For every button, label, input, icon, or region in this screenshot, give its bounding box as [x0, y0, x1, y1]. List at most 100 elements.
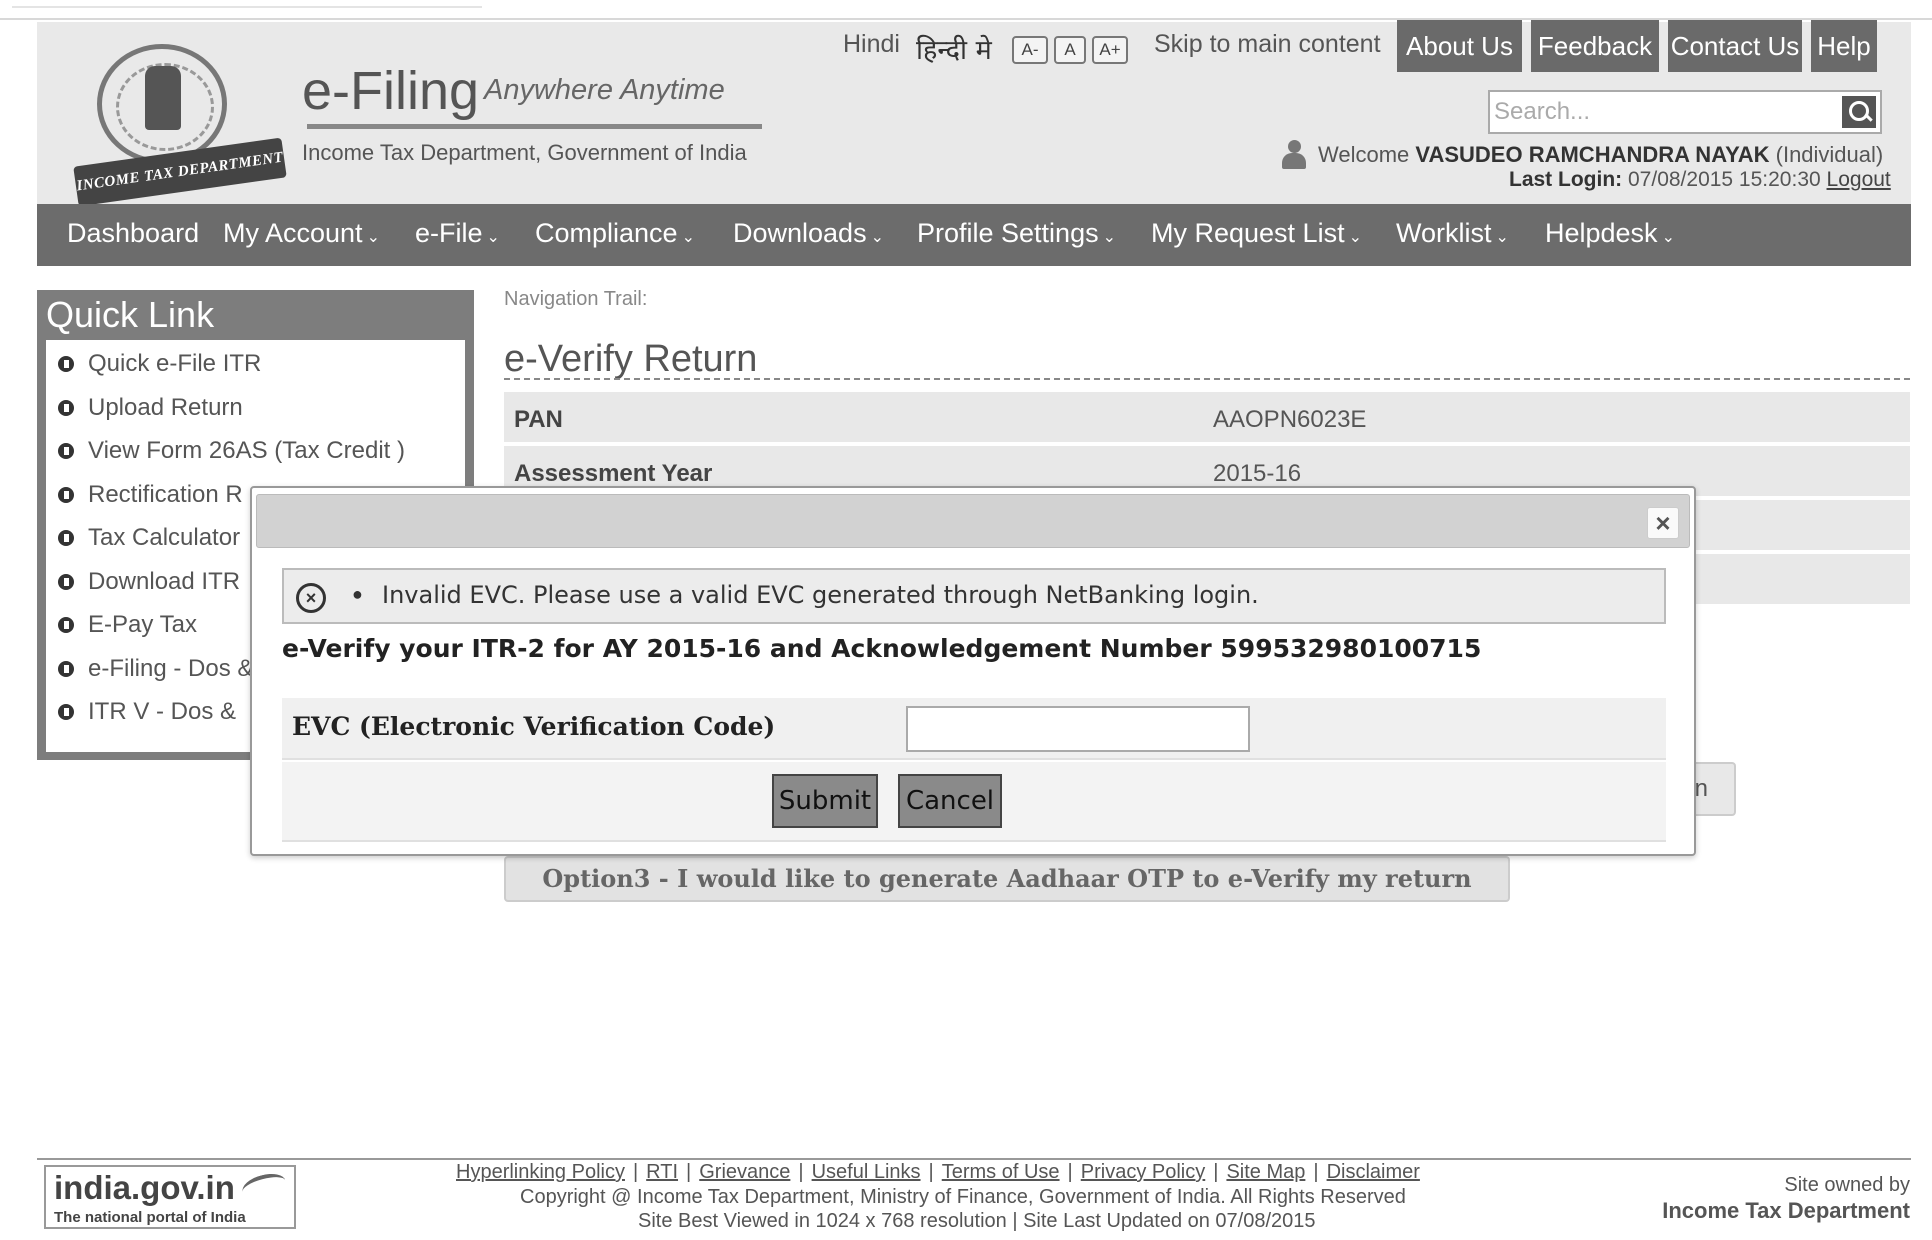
nav-e-file[interactable]: e-File ⌄ — [415, 218, 500, 249]
brand-subtitle: Income Tax Department, Government of Ind… — [302, 140, 747, 165]
dialog-title-bar: × — [256, 494, 1690, 548]
welcome-text: Welcome VASUDEO RAMCHANDRA NAYAK (Indivi… — [1318, 142, 1883, 168]
option3-aadhaar-otp-button[interactable]: Option3 - I would like to generate Aadha… — [504, 856, 1510, 902]
footer-links: Hyperlinking Policy | RTI | Grievance | Useful… — [456, 1161, 1420, 1184]
quick-link-item[interactable]: Rectification R — [58, 481, 243, 509]
separator: | — [928, 1161, 934, 1183]
about-us-button[interactable]: About Us — [1397, 20, 1522, 72]
title-divider — [504, 378, 1910, 380]
bullet-icon — [58, 704, 74, 720]
language-link-hindi-native[interactable]: हिन्दी मे — [916, 30, 992, 67]
quick-link-label: E-Pay Tax — [88, 611, 197, 638]
dialog-button-row: Submit Cancel — [282, 762, 1666, 842]
search-input[interactable] — [1494, 96, 1834, 128]
india-swoosh-icon — [239, 1169, 289, 1203]
evc-row: EVC (Electronic Verification Code) — [282, 698, 1666, 760]
welcome-prefix: Welcome — [1318, 142, 1410, 167]
quick-link-title: Quick Link — [46, 294, 215, 335]
last-login-value: 07/08/2015 15:20:30 — [1628, 168, 1821, 191]
nav-my-account[interactable]: My Account ⌄ — [223, 218, 380, 249]
nav-label: Worklist — [1396, 218, 1492, 248]
quick-link-item[interactable]: View Form 26AS (Tax Credit ) — [58, 437, 405, 465]
nav-compliance[interactable]: Compliance ⌄ — [535, 218, 695, 249]
language-link-hindi[interactable]: Hindi — [843, 30, 900, 59]
nav-label: Compliance — [535, 218, 678, 248]
nav-helpdesk[interactable]: Helpdesk ⌄ — [1545, 218, 1675, 249]
quick-link-item[interactable]: Upload Return — [58, 394, 243, 422]
browser-top-strip — [0, 0, 1932, 20]
footer-link-hyperlinking-policy[interactable]: Hyperlinking Policy — [456, 1161, 625, 1183]
quick-link-label: ITR V - Dos & — [88, 698, 237, 725]
footer-divider — [37, 1158, 1911, 1160]
nav-my-request-list[interactable]: My Request List ⌄ — [1151, 218, 1362, 249]
quick-link-item[interactable]: e-Filing - Dos & — [58, 655, 253, 683]
quick-link-label: Rectification R — [88, 481, 243, 508]
quick-link-label: Upload Return — [88, 394, 243, 421]
bullet-icon — [58, 356, 74, 372]
chevron-down-icon: ⌄ — [681, 229, 695, 246]
best-viewed-text: Site Best Viewed in 1024 x 768 resolutio… — [638, 1210, 1316, 1232]
bullet-icon — [58, 530, 74, 546]
chevron-down-icon: ⌄ — [366, 229, 380, 246]
bullet-icon — [58, 574, 74, 590]
department-logo[interactable]: INCOME TAX DEPARTMENT — [57, 32, 307, 207]
quick-link-label: e-Filing - Dos & — [88, 655, 254, 682]
site-owner-name: Income Tax Department — [1662, 1198, 1910, 1223]
error-bullet: ● — [352, 584, 363, 604]
error-message-box: × ● Invalid EVC. Please use a valid EVC … — [282, 568, 1666, 624]
footer-link-grievance[interactable]: Grievance — [699, 1161, 790, 1183]
footer-link-useful-links[interactable]: Useful Links — [812, 1161, 921, 1183]
footer-link-privacy-policy[interactable]: Privacy Policy — [1081, 1161, 1205, 1183]
chevron-down-icon: ⌄ — [1661, 229, 1675, 246]
bullet-icon — [58, 443, 74, 459]
footer-link-rti[interactable]: RTI — [646, 1161, 678, 1183]
logout-link[interactable]: Logout — [1827, 168, 1891, 191]
nav-label: Dashboard — [67, 218, 200, 248]
info-label: PAN — [514, 406, 563, 433]
quick-link-item[interactable]: Download ITR — [58, 568, 240, 596]
nav-worklist[interactable]: Worklist ⌄ — [1396, 218, 1509, 249]
chevron-down-icon: ⌄ — [1102, 229, 1116, 246]
cancel-button[interactable]: Cancel — [898, 774, 1002, 828]
help-button[interactable]: Help — [1811, 20, 1877, 72]
separator: | — [1067, 1161, 1073, 1183]
breadcrumb: Navigation Trail: — [504, 288, 648, 310]
footer-link-terms-of-use[interactable]: Terms of Use — [942, 1161, 1060, 1183]
india-gov-logo[interactable]: india.gov.in The national portal of Indi… — [44, 1165, 296, 1229]
nav-downloads[interactable]: Downloads ⌄ — [733, 218, 884, 249]
chevron-down-icon: ⌄ — [486, 229, 500, 246]
feedback-button[interactable]: Feedback — [1531, 20, 1659, 72]
font-normal-button[interactable]: A — [1054, 36, 1086, 64]
quick-link-item[interactable]: ITR V - Dos & — [58, 698, 236, 726]
close-icon[interactable]: × — [1647, 507, 1679, 539]
quick-link-item[interactable]: Tax Calculator — [58, 524, 240, 552]
submit-button[interactable]: Submit — [772, 774, 878, 828]
search-icon[interactable] — [1842, 96, 1876, 128]
nav-dashboard[interactable]: Dashboard — [67, 218, 199, 249]
font-decrease-button[interactable]: A- — [1012, 36, 1048, 64]
info-value: 2015-16 — [1213, 460, 1302, 487]
font-increase-button[interactable]: A+ — [1092, 36, 1128, 64]
user-icon — [1280, 140, 1308, 170]
quick-link-item[interactable]: E-Pay Tax — [58, 611, 197, 639]
info-label: Assessment Year — [514, 460, 713, 487]
info-value: AAOPN6023E — [1213, 406, 1367, 433]
main-nav: Dashboard My Account ⌄ e-File ⌄ Compliance… — [37, 204, 1911, 266]
page-title: e-Verify Return — [504, 338, 758, 380]
brand-title: e-Filing — [302, 61, 480, 121]
evc-input[interactable] — [906, 706, 1250, 752]
india-gov-subtitle: The national portal of India — [54, 1209, 246, 1226]
site-header: INCOME TAX DEPARTMENT e-Filing Anywhere … — [37, 20, 1911, 207]
top-strip-segment — [12, 6, 482, 8]
last-login-label: Last Login: — [1509, 168, 1623, 191]
user-name: VASUDEO RAMCHANDRA NAYAK — [1415, 142, 1770, 167]
footer-link-disclaimer[interactable]: Disclaimer — [1327, 1161, 1420, 1183]
quick-link-item[interactable]: Quick e-File ITR — [58, 350, 261, 378]
quick-link-label: Tax Calculator — [88, 524, 241, 551]
footer-link-site-map[interactable]: Site Map — [1226, 1161, 1305, 1183]
copyright-text: Copyright @ Income Tax Department, Minis… — [520, 1186, 1406, 1208]
contact-us-button[interactable]: Contact Us — [1668, 20, 1802, 72]
skip-to-content-link[interactable]: Skip to main content — [1154, 30, 1381, 59]
nav-profile-settings[interactable]: Profile Settings ⌄ — [917, 218, 1116, 249]
bullet-icon — [58, 617, 74, 633]
